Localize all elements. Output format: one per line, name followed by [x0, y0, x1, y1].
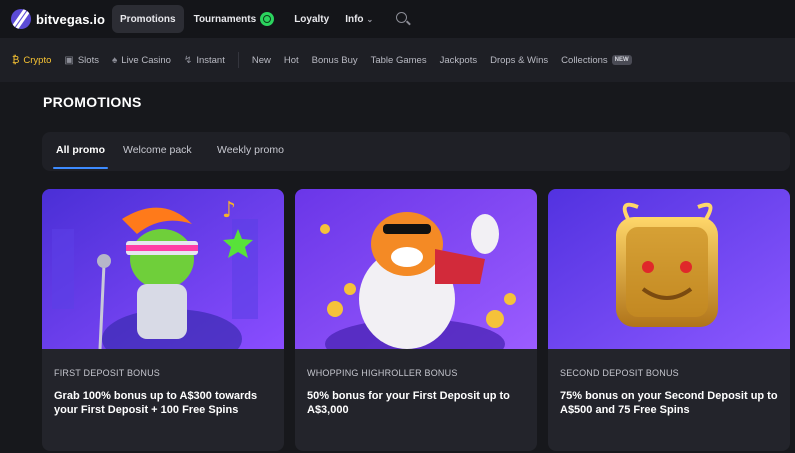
promo-title: 50% bonus for your First Deposit up to A… [307, 390, 510, 416]
category-new[interactable]: New [252, 55, 271, 66]
logo-icon [11, 9, 31, 29]
category-label: Instant [196, 54, 225, 66]
category-slots[interactable]: ▣ Slots [64, 55, 99, 66]
nav-loyalty[interactable]: Loyalty [286, 5, 337, 33]
category-label: New [251, 54, 271, 66]
category-live-casino[interactable]: ♠ Live Casino [112, 55, 171, 66]
promo-card-highroller[interactable]: WHOPPING HIGHROLLER BONUS 50% bonus for … [295, 189, 537, 451]
category-divider [237, 52, 239, 68]
category-label: Collections [561, 54, 608, 66]
page-title: PROMOTIONS [43, 94, 142, 110]
category-bar: ₿ Crypto ▣ Slots ♠ Live Casino ↯ Instant… [0, 38, 795, 82]
category-label: Bonus Buy [311, 54, 358, 66]
category-jackpots[interactable]: Jackpots [440, 55, 478, 66]
category-instant[interactable]: ↯ Instant [184, 55, 225, 66]
bitcoin-icon: ₿ [12, 54, 20, 66]
tab-weekly-promo[interactable]: Weekly promo [217, 144, 284, 156]
category-collections[interactable]: Collections NEW [561, 54, 632, 66]
promo-card-first-deposit[interactable]: ♪ FIRST DEPOSIT BONUS Grab 100% bonus up… [42, 189, 284, 451]
tab-welcome-pack[interactable]: Welcome pack [123, 144, 192, 156]
live-indicator-icon [260, 12, 275, 26]
promo-card-second-deposit[interactable]: SECOND DEPOSIT BONUS 75% bonus on your S… [548, 189, 790, 451]
promo-title: 75% bonus on your Second Deposit up to A… [560, 390, 778, 416]
category-label: Hot [283, 54, 299, 66]
tiger-coins-illustration [295, 189, 537, 349]
top-navigation: bitvegas.io Promotions Tournaments Loyal… [0, 0, 795, 38]
frog-rockstar-illustration: ♪ [42, 189, 284, 349]
tab-all-promo[interactable]: All promo [56, 144, 105, 156]
promo-title: Grab 100% bonus up to A$300 towards your… [54, 390, 258, 416]
category-crypto[interactable]: ₿ Crypto [12, 55, 51, 66]
category-label: Drops & Wins [490, 54, 549, 66]
nav-info[interactable]: Info ⌄ [337, 5, 381, 33]
active-tab-indicator [53, 167, 108, 169]
nav-tournaments[interactable]: Tournaments [186, 5, 283, 33]
category-label: Slots [77, 54, 99, 66]
category-hot[interactable]: Hot [284, 55, 299, 66]
category-bonus-buy[interactable]: Bonus Buy [312, 55, 358, 66]
promo-category: FIRST DEPOSIT BONUS [54, 368, 160, 378]
nav-promotions-label: Promotions [120, 13, 176, 25]
promo-category: WHOPPING HIGHROLLER BONUS [307, 368, 458, 378]
slot-machine-icon: ▣ [64, 54, 74, 66]
nav-info-label: Info [345, 13, 364, 25]
chevron-down-icon: ⌄ [366, 14, 374, 24]
brand-name: bitvegas.io [36, 11, 106, 27]
nav-loyalty-label: Loyalty [294, 13, 330, 25]
spade-icon: ♠ [111, 54, 118, 66]
category-label: Crypto [23, 54, 52, 66]
category-drops-wins[interactable]: Drops & Wins [490, 55, 548, 66]
category-table-games[interactable]: Table Games [371, 55, 427, 66]
nav-tournaments-label: Tournaments [193, 13, 257, 25]
golden-dragon-illustration [548, 189, 790, 349]
category-label: Live Casino [121, 54, 171, 66]
category-label: Table Games [370, 54, 427, 66]
brand-logo[interactable]: bitvegas.io [11, 9, 105, 29]
lightning-icon: ↯ [183, 54, 193, 66]
promo-category: SECOND DEPOSIT BONUS [560, 368, 679, 378]
category-label: Jackpots [439, 54, 478, 66]
svg-text:♪: ♪ [222, 198, 236, 223]
new-badge: NEW [611, 55, 632, 65]
search-icon[interactable] [393, 9, 413, 29]
promo-tabs: All promo Welcome pack Weekly promo [42, 132, 790, 171]
nav-promotions[interactable]: Promotions [112, 5, 184, 33]
